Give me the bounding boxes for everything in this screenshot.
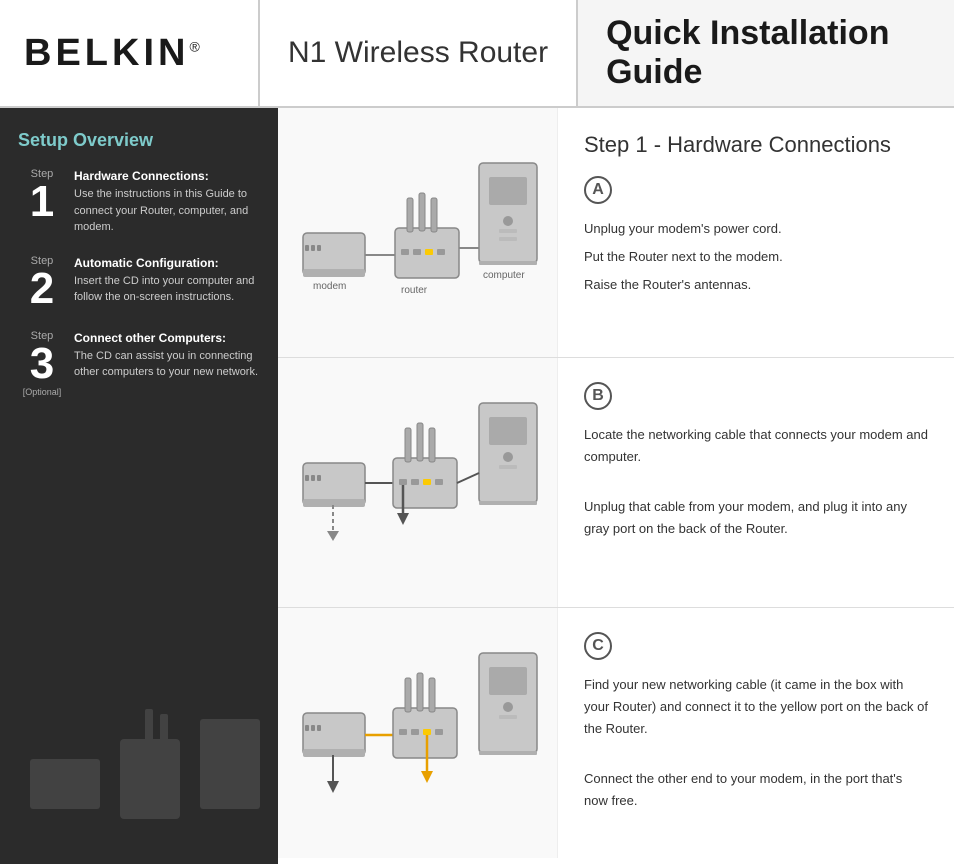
step-badge-a: A xyxy=(584,176,612,204)
step-b-line-2: Unplug that cable from your modem, and p… xyxy=(584,496,928,540)
step-a-text: Unplug your modem's power cord. Put the … xyxy=(584,218,928,296)
step-a-line-2: Put the Router next to the modem. xyxy=(584,246,928,268)
guide-title: Quick Installation Guide xyxy=(606,14,926,92)
step-a-illustration: modem router xyxy=(278,108,558,357)
product-title: N1 Wireless Router xyxy=(288,36,548,70)
step-c-description: C Find your new networking cable (it cam… xyxy=(558,608,954,858)
svg-text:computer: computer xyxy=(483,270,525,281)
sidebar-step-1-number-area: Step 1 xyxy=(18,169,66,224)
sidebar-step-3-optional: [Optional] xyxy=(23,388,62,397)
step-main-title: Step 1 - Hardware Connections xyxy=(584,132,928,158)
sidebar-step-1-number: 1 xyxy=(30,180,54,224)
sidebar-equipment-illustration xyxy=(0,679,278,864)
content-area: modem router xyxy=(278,108,954,864)
step-b-description: B Locate the networking cable that conne… xyxy=(558,358,954,607)
step-b-line-1: Locate the networking cable that connect… xyxy=(584,424,928,468)
sidebar-step-1-content: Hardware Connections: Use the instructio… xyxy=(74,169,260,236)
logo-section: BELKIN® xyxy=(0,0,260,106)
step-section-a: modem router xyxy=(278,108,954,358)
sidebar-step-2-number: 2 xyxy=(30,267,54,311)
sidebar-step-2: Step 2 Automatic Configuration: Insert t… xyxy=(18,256,260,311)
step-b-text: Locate the networking cable that connect… xyxy=(584,424,928,540)
step-c-svg xyxy=(293,633,543,833)
step-a-line-1: Unplug your modem's power cord. xyxy=(584,218,928,240)
sidebar-step-3: Step 3 [Optional] Connect other Computer… xyxy=(18,331,260,397)
sidebar-step-2-content: Automatic Configuration: Insert the CD i… xyxy=(74,256,260,306)
sidebar-title: Setup Overview xyxy=(18,130,260,151)
step-a-line-3: Raise the Router's antennas. xyxy=(584,274,928,296)
step-a-description: Step 1 - Hardware Connections A Unplug y… xyxy=(558,108,954,357)
step-b-svg xyxy=(293,383,543,583)
header: BELKIN® N1 Wireless Router Quick Install… xyxy=(0,0,954,108)
step-c-illustration xyxy=(278,608,558,858)
guide-title-section: Quick Installation Guide xyxy=(578,0,954,106)
belkin-logo: BELKIN® xyxy=(24,32,204,75)
step-section-b: B Locate the networking cable that conne… xyxy=(278,358,954,608)
sidebar-step-3-content: Connect other Computers: The CD can assi… xyxy=(74,331,260,381)
sidebar-step-3-text: The CD can assist you in connecting othe… xyxy=(74,348,260,381)
step-badge-b: B xyxy=(584,382,612,410)
step-c-line-2: Connect the other end to your modem, in … xyxy=(584,768,928,812)
sidebar-step-1-heading: Hardware Connections: xyxy=(74,169,260,183)
logo-text: BELKIN xyxy=(24,32,189,74)
step-c-line-1: Find your new networking cable (it came … xyxy=(584,674,928,740)
step-a-svg: modem router xyxy=(293,133,543,333)
sidebar-step-2-heading: Automatic Configuration: xyxy=(74,256,260,270)
sidebar-step-2-number-area: Step 2 xyxy=(18,256,66,311)
main-content: Setup Overview Step 1 Hardware Connectio… xyxy=(0,108,954,864)
sidebar-step-2-text: Insert the CD into your computer and fol… xyxy=(74,273,260,306)
sidebar-step-3-heading: Connect other Computers: xyxy=(74,331,260,345)
step-c-text: Find your new networking cable (it came … xyxy=(584,674,928,813)
product-title-section: N1 Wireless Router xyxy=(260,0,578,106)
sidebar-step-1: Step 1 Hardware Connections: Use the ins… xyxy=(18,169,260,236)
step-badge-c: C xyxy=(584,632,612,660)
step-section-c: C Find your new networking cable (it cam… xyxy=(278,608,954,858)
svg-text:modem: modem xyxy=(313,281,346,292)
sidebar: Setup Overview Step 1 Hardware Connectio… xyxy=(0,108,278,864)
sidebar-step-3-number-area: Step 3 [Optional] xyxy=(18,331,66,397)
sidebar-step-1-text: Use the instructions in this Guide to co… xyxy=(74,186,260,236)
sidebar-step-3-number: 3 xyxy=(30,342,54,386)
logo-tm: ® xyxy=(189,38,203,54)
svg-text:router: router xyxy=(401,285,428,296)
step-b-illustration xyxy=(278,358,558,607)
